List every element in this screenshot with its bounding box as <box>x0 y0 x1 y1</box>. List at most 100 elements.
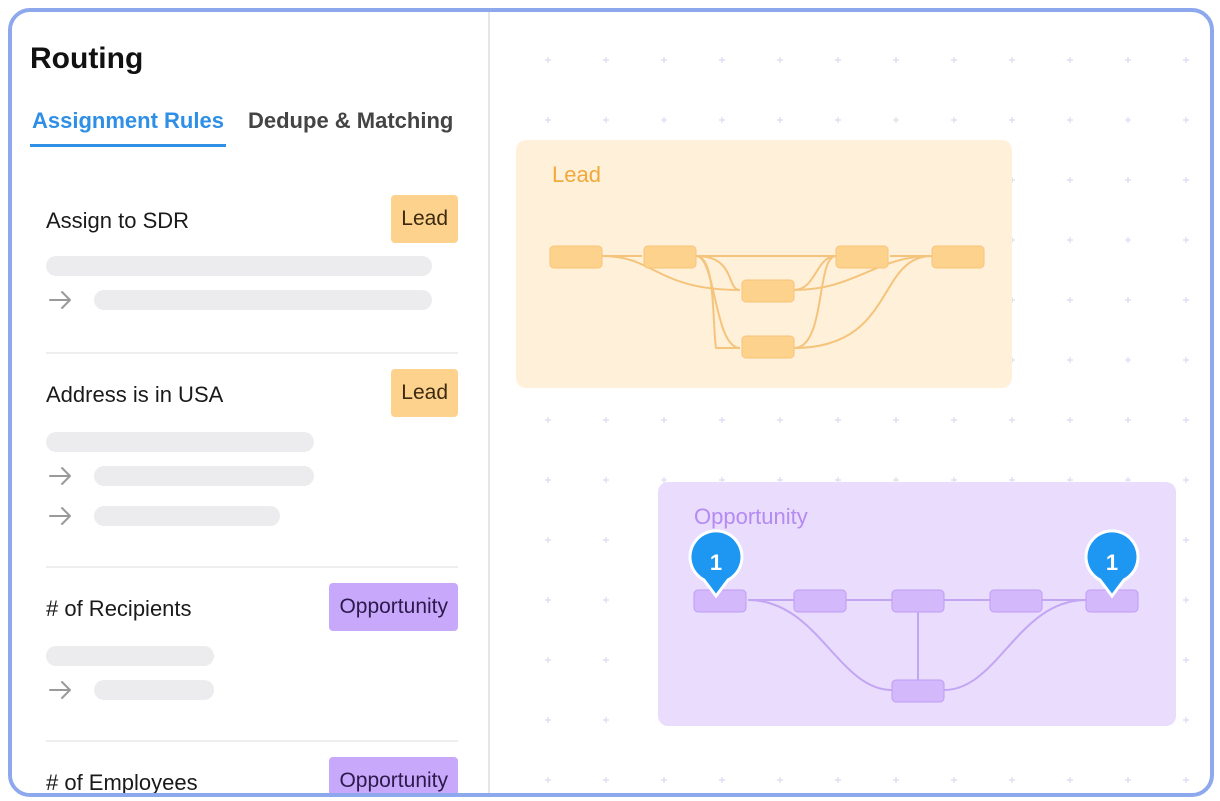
rule-name: Assign to SDR <box>46 208 190 233</box>
grid-dot <box>1125 357 1131 363</box>
placeholder-bar <box>46 646 214 666</box>
arrow-right-icon <box>49 681 71 699</box>
grid-dot <box>951 57 957 63</box>
rule-badge-opportunity: Opportunity <box>329 583 458 631</box>
grid-dot <box>603 777 609 783</box>
rule-address-in-usa[interactable]: Address is in USA Lead <box>46 369 458 532</box>
grid-dot <box>545 477 551 483</box>
grid-dot <box>835 57 841 63</box>
grid-dot <box>1125 237 1131 243</box>
grid-dot <box>1183 117 1189 123</box>
grid-dot <box>545 117 551 123</box>
tab-bar: Assignment Rules Dedupe & Matching <box>30 108 480 150</box>
grid-dot <box>1067 777 1073 783</box>
tab-dedupe-matching[interactable]: Dedupe & Matching <box>248 108 453 144</box>
grid-dot <box>1009 417 1015 423</box>
pin-count: 1 <box>1106 550 1118 575</box>
flow-node[interactable] <box>793 589 847 613</box>
grid-dot <box>545 537 551 543</box>
grid-dot <box>1009 117 1015 123</box>
placeholder-bar <box>94 506 280 526</box>
placeholder-bar <box>94 680 214 700</box>
grid-dot <box>545 717 551 723</box>
placeholder-bar <box>94 290 432 310</box>
divider <box>46 740 458 742</box>
grid-dot <box>1183 177 1189 183</box>
grid-dot <box>603 477 609 483</box>
grid-dot <box>1125 117 1131 123</box>
grid-dot <box>545 57 551 63</box>
grid-dot <box>661 57 667 63</box>
grid-dot <box>893 417 899 423</box>
grid-dot <box>719 117 725 123</box>
grid-dot <box>719 777 725 783</box>
grid-dot <box>603 657 609 663</box>
grid-dot <box>1067 357 1073 363</box>
grid-dot <box>545 417 551 423</box>
grid-dot <box>777 777 783 783</box>
grid-dot <box>545 597 551 603</box>
flow-node[interactable] <box>741 279 795 303</box>
rule-name: Address is in USA <box>46 382 224 407</box>
grid-dot <box>603 537 609 543</box>
flow-node[interactable] <box>989 589 1043 613</box>
grid-dot <box>1183 297 1189 303</box>
flow-node[interactable] <box>549 245 603 269</box>
lead-flow-graph <box>549 245 985 359</box>
rule-number-of-employees[interactable]: # of Employees Opportunity <box>46 757 458 793</box>
opportunity-flow-graph: 1 1 <box>688 529 1140 703</box>
grid-dot <box>1183 597 1189 603</box>
opportunity-flow-panel[interactable]: Opportunity 1 1 <box>658 482 1176 726</box>
grid-dot <box>603 597 609 603</box>
divider <box>46 566 458 568</box>
app-frame: Routing Assignment Rules Dedupe & Matchi… <box>8 8 1214 797</box>
grid-dot <box>777 57 783 63</box>
grid-dot <box>1067 57 1073 63</box>
location-pin-icon[interactable]: 1 <box>1084 529 1140 599</box>
flow-node[interactable] <box>741 335 795 359</box>
pin-count: 1 <box>710 550 722 575</box>
rule-badge-lead: Lead <box>391 195 458 243</box>
arrow-right-icon <box>49 507 71 525</box>
tab-assignment-rules[interactable]: Assignment Rules <box>30 108 226 147</box>
grid-dot <box>1067 177 1073 183</box>
grid-dot <box>1009 57 1015 63</box>
location-pin-icon[interactable]: 1 <box>688 529 744 599</box>
grid-dot <box>545 657 551 663</box>
grid-dot <box>1125 177 1131 183</box>
flow-node[interactable] <box>835 245 889 269</box>
grid-dot <box>603 717 609 723</box>
grid-dot <box>1067 417 1073 423</box>
rule-name: # of Recipients <box>46 596 192 621</box>
arrow-right-icon <box>49 291 71 309</box>
flow-node[interactable] <box>693 589 747 613</box>
rule-assign-to-sdr[interactable]: Assign to SDR Lead <box>46 195 458 318</box>
grid-dot <box>1125 57 1131 63</box>
grid-dot <box>1183 477 1189 483</box>
placeholder-bar <box>46 256 432 276</box>
grid-dot <box>1125 297 1131 303</box>
rule-badge-opportunity: Opportunity <box>329 757 458 793</box>
grid-dot <box>835 417 841 423</box>
routing-sidebar: Routing Assignment Rules Dedupe & Matchi… <box>12 12 490 793</box>
rule-number-of-recipients[interactable]: # of Recipients Opportunity <box>46 583 458 706</box>
flow-node[interactable] <box>643 245 697 269</box>
grid-dot <box>1125 777 1131 783</box>
flow-canvas[interactable]: Lead Opportunity 1 1 <box>492 12 1210 793</box>
grid-dot <box>835 777 841 783</box>
grid-dot <box>661 417 667 423</box>
grid-dot <box>545 777 551 783</box>
grid-dot <box>1125 417 1131 423</box>
flow-node[interactable] <box>931 245 985 269</box>
grid-dot <box>1183 657 1189 663</box>
grid-dot <box>1183 357 1189 363</box>
grid-dot <box>603 117 609 123</box>
rule-name: # of Employees <box>46 770 198 793</box>
divider <box>46 352 458 354</box>
flow-node[interactable] <box>891 589 945 613</box>
grid-dot <box>1067 297 1073 303</box>
flow-node[interactable] <box>891 679 945 703</box>
lead-flow-panel[interactable]: Lead <box>516 140 1012 388</box>
grid-dot <box>951 417 957 423</box>
grid-dot <box>1183 417 1189 423</box>
